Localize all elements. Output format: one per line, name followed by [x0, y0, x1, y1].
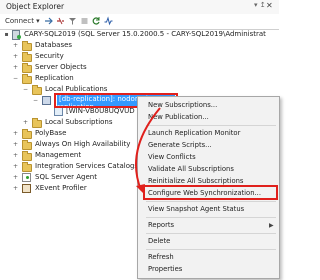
connect-icon[interactable]	[44, 16, 53, 26]
sql-agent-icon	[22, 173, 31, 182]
disconnect-icon[interactable]	[56, 16, 65, 26]
menu-item-refresh[interactable]: Refresh	[148, 252, 174, 263]
menu-item-properties[interactable]: Properties	[148, 264, 182, 275]
folder-icon	[32, 118, 42, 128]
collapse-icon[interactable]: −	[12, 73, 19, 84]
tree-label: Integration Services Catalogs	[35, 162, 139, 170]
menu-separator	[146, 249, 276, 250]
menu-item-new-subscriptions[interactable]: New Subscriptions...	[148, 100, 217, 111]
menu-item-launch-replication-monitor[interactable]: Launch Replication Monitor	[148, 128, 240, 139]
filter-icon[interactable]	[68, 16, 77, 26]
tree-node-replication[interactable]: − Replication	[0, 73, 200, 84]
tree-label: Databases	[35, 41, 73, 49]
expand-icon[interactable]: +	[12, 139, 19, 150]
collapse-icon[interactable]: ▪	[3, 29, 10, 40]
tree-label: PolyBase	[35, 129, 67, 137]
tree-label: Management	[35, 151, 82, 159]
connect-button[interactable]: Connect ▾	[5, 16, 40, 26]
menu-item-validate-all-subscriptions[interactable]: Validate All Subscriptions	[148, 164, 234, 175]
menu-separator	[146, 217, 276, 218]
folder-icon	[22, 162, 32, 172]
expand-icon[interactable]: +	[12, 161, 19, 172]
menu-separator	[146, 201, 276, 202]
tree-node-server-objects[interactable]: + Server Objects	[0, 62, 200, 73]
expand-icon[interactable]: +	[12, 128, 19, 139]
expand-icon[interactable]: +	[12, 150, 19, 161]
tree-label: Always On High Availability	[35, 140, 131, 148]
tree-node-databases[interactable]: + Databases	[0, 40, 200, 51]
menu-separator	[146, 125, 276, 126]
menu-item-delete[interactable]: Delete	[148, 236, 170, 247]
expand-icon[interactable]: +	[22, 117, 29, 128]
menu-item-generate-scripts[interactable]: Generate Scripts...	[148, 140, 212, 151]
stop-icon[interactable]	[80, 16, 89, 26]
expand-icon[interactable]: +	[12, 40, 19, 51]
folder-icon	[22, 63, 32, 73]
collapse-icon[interactable]: −	[32, 95, 39, 106]
tree-label: XEvent Profiler	[35, 184, 87, 192]
expand-icon[interactable]: +	[12, 172, 19, 183]
server-icon	[12, 30, 21, 40]
folder-icon	[22, 74, 32, 84]
pin-icon[interactable]: ▾ ↥	[254, 1, 266, 9]
object-explorer-titlebar: Object Explorer ▾ ↥ ✕	[0, 0, 279, 15]
tree-label: Replication	[35, 74, 74, 82]
configure-web-sync-highlight-box	[143, 185, 278, 200]
menu-item-view-snapshot-agent-status[interactable]: View Snapshot Agent Status	[148, 204, 244, 215]
refresh-icon[interactable]	[92, 16, 101, 26]
tree-node-security[interactable]: + Security	[0, 51, 200, 62]
tree-node-server[interactable]: ▪ CARY-SQL2019 (SQL Server 15.0.2000.5 -…	[0, 29, 279, 40]
collapse-icon[interactable]: −	[22, 84, 29, 95]
close-icon[interactable]: ✕	[266, 1, 273, 10]
folder-icon	[22, 140, 32, 150]
subscription-icon	[54, 107, 63, 116]
expand-icon[interactable]: +	[12, 183, 19, 194]
menu-separator	[146, 233, 276, 234]
menu-item-view-conflicts[interactable]: View Conflicts	[148, 152, 196, 163]
menu-item-new-publication[interactable]: New Publication...	[148, 112, 209, 123]
submenu-arrow-icon: ▶	[269, 222, 274, 229]
folder-icon	[22, 129, 32, 139]
folder-icon	[22, 52, 32, 62]
folder-icon	[22, 41, 32, 51]
tree-label: CARY-SQL2019 (SQL Server 15.0.2000.5 - C…	[24, 30, 266, 38]
xevent-icon	[22, 184, 31, 193]
tree-label: Local Subscriptions	[45, 118, 113, 126]
menu-item-reports[interactable]: Reports	[148, 220, 174, 231]
publication-icon	[42, 96, 51, 105]
folder-icon	[32, 85, 42, 95]
tree-label: Server Objects	[35, 63, 87, 71]
expand-icon[interactable]: +	[12, 51, 19, 62]
folder-icon	[22, 151, 32, 161]
panel-title: Object Explorer	[6, 2, 65, 11]
activity-monitor-icon[interactable]	[104, 16, 113, 26]
expand-icon[interactable]: +	[12, 62, 19, 73]
tree-label: Security	[35, 52, 64, 60]
toolbar: Connect ▾	[0, 14, 279, 30]
tree-label: SQL Server Agent	[35, 173, 97, 181]
